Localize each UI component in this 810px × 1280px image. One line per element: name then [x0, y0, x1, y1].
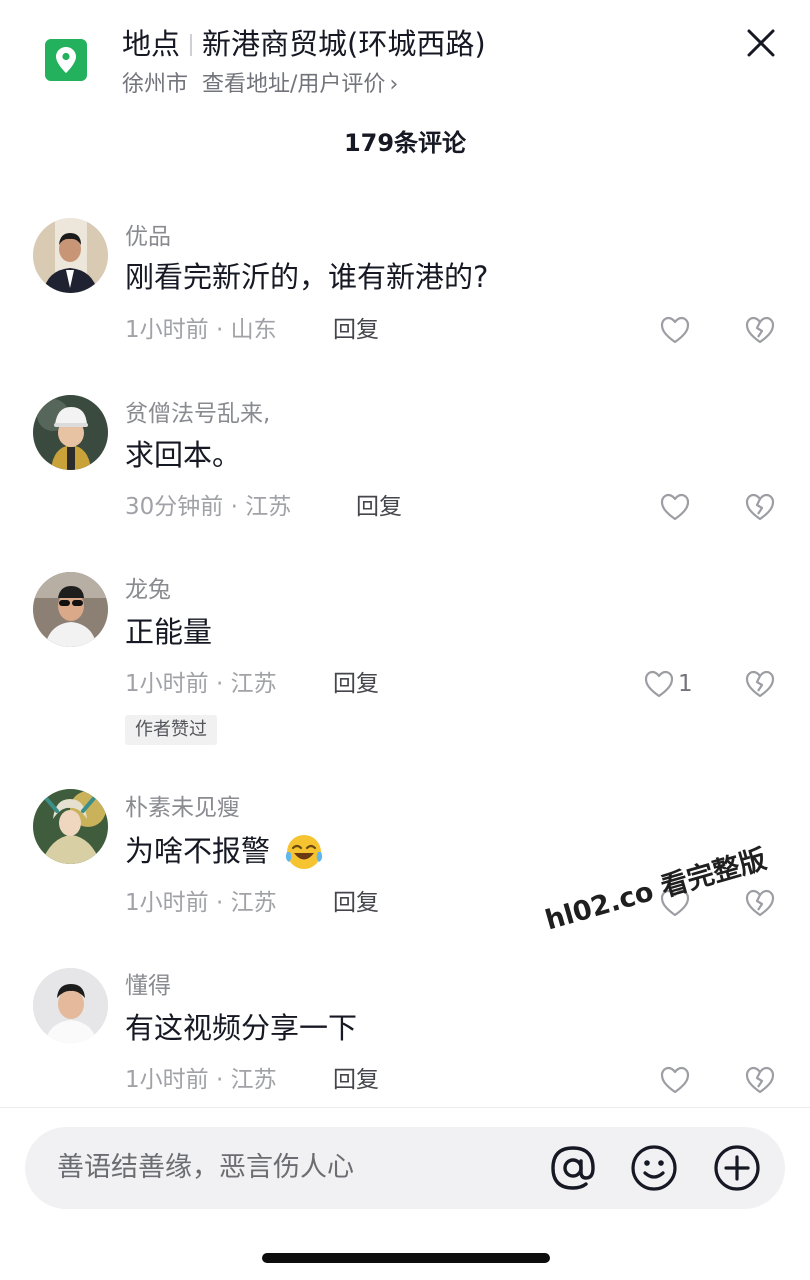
avatar[interactable] [33, 395, 108, 470]
dislike-button[interactable] [744, 492, 776, 522]
location-header[interactable]: 地点 新港商贸城(环城西路) 徐州市 查看地址/用户评价 › [0, 0, 810, 110]
dislike-button[interactable] [744, 1065, 776, 1095]
home-indicator[interactable] [262, 1253, 550, 1263]
heart-icon [660, 316, 690, 344]
comment-text: 有这视频分享一下 [125, 1011, 358, 1045]
comment-count: 179条评论 [343, 129, 467, 157]
broken-heart-icon [745, 889, 775, 917]
comment-meta: 1小时前 · 江苏 [125, 671, 277, 697]
location-title: 地点 新港商贸城(环城西路) [122, 24, 486, 64]
close-button[interactable] [742, 24, 780, 62]
reply-button[interactable]: 回复 [356, 491, 402, 523]
commenter-name[interactable]: 朴素未见瘦 [125, 792, 240, 824]
commenter-name[interactable]: 贫僧法号乱来, [125, 398, 270, 430]
like-button[interactable] [659, 315, 691, 345]
commenter-name[interactable]: 优品 [125, 221, 171, 253]
comment-meta: 1小时前 · 江苏 [125, 1067, 277, 1093]
broken-heart-icon [745, 670, 775, 698]
comment-meta: 1小时前 · 江苏 [125, 890, 277, 916]
like-button[interactable] [643, 669, 675, 699]
plus-circle-icon [714, 1145, 760, 1191]
emoji-button[interactable] [629, 1143, 679, 1193]
author-liked-badge: 作者赞过 [125, 715, 217, 745]
reply-button[interactable]: 回复 [333, 1064, 379, 1096]
heart-icon [660, 1066, 690, 1094]
comment-text: 正能量 [125, 615, 213, 649]
heart-icon [644, 670, 674, 698]
heart-icon [660, 493, 690, 521]
comment-input-bar[interactable]: 善语结善缘，恶言伤人心 [25, 1127, 785, 1209]
mention-button[interactable] [546, 1141, 600, 1195]
broken-heart-icon [745, 493, 775, 521]
reply-button[interactable]: 回复 [333, 668, 379, 700]
commenter-name[interactable]: 懂得 [125, 970, 171, 1002]
comment-input[interactable]: 善语结善缘，恶言伤人心 [57, 1149, 354, 1187]
at-icon [551, 1146, 595, 1190]
comment-panel: 地点新港商贸城(环城西路) 徐州市查看地址/用户评价› 179条评论 优品 [0, 0, 810, 1280]
reply-button[interactable]: 回复 [333, 314, 379, 346]
avatar[interactable] [33, 572, 108, 647]
like-count: 1 [678, 671, 693, 697]
emoji-icon [631, 1145, 677, 1191]
place-name: 新港商贸城(环城西路) [202, 27, 486, 61]
avatar[interactable] [33, 218, 108, 293]
comment-meta: 30分钟前 · 江苏 [125, 494, 292, 520]
location-subtitle[interactable]: 徐州市 查看地址/用户评价 › [122, 70, 398, 100]
like-button[interactable] [659, 492, 691, 522]
dislike-button[interactable] [744, 888, 776, 918]
title-separator [190, 34, 193, 56]
location-type-label: 地点 [122, 27, 181, 61]
avatar[interactable] [33, 789, 108, 864]
add-button[interactable] [712, 1143, 762, 1193]
close-icon [747, 29, 775, 57]
comment-text: 刚看完新沂的，谁有新港的? [125, 260, 489, 294]
dislike-button[interactable] [744, 669, 776, 699]
watermark: hl02.co 看完整版 [541, 843, 770, 937]
dislike-button[interactable] [744, 315, 776, 345]
avatar[interactable] [33, 968, 108, 1043]
like-button[interactable] [659, 1065, 691, 1095]
city-label: 徐州市 [122, 72, 189, 97]
location-pin-icon [45, 39, 87, 81]
comment-text: 求回本。 [125, 438, 242, 472]
broken-heart-icon [745, 316, 775, 344]
chevron-right-icon: › [389, 72, 399, 97]
broken-heart-icon [745, 1066, 775, 1094]
comment-meta: 1小时前 · 山东 [125, 317, 277, 343]
reply-button[interactable]: 回复 [333, 887, 379, 919]
laughing-emoji-icon [283, 832, 325, 872]
divider [0, 1107, 810, 1108]
view-address-link[interactable]: 查看地址/用户评价 [202, 72, 385, 97]
comment-text: 为啥不报警 [125, 834, 271, 868]
commenter-name[interactable]: 龙兔 [125, 574, 171, 606]
